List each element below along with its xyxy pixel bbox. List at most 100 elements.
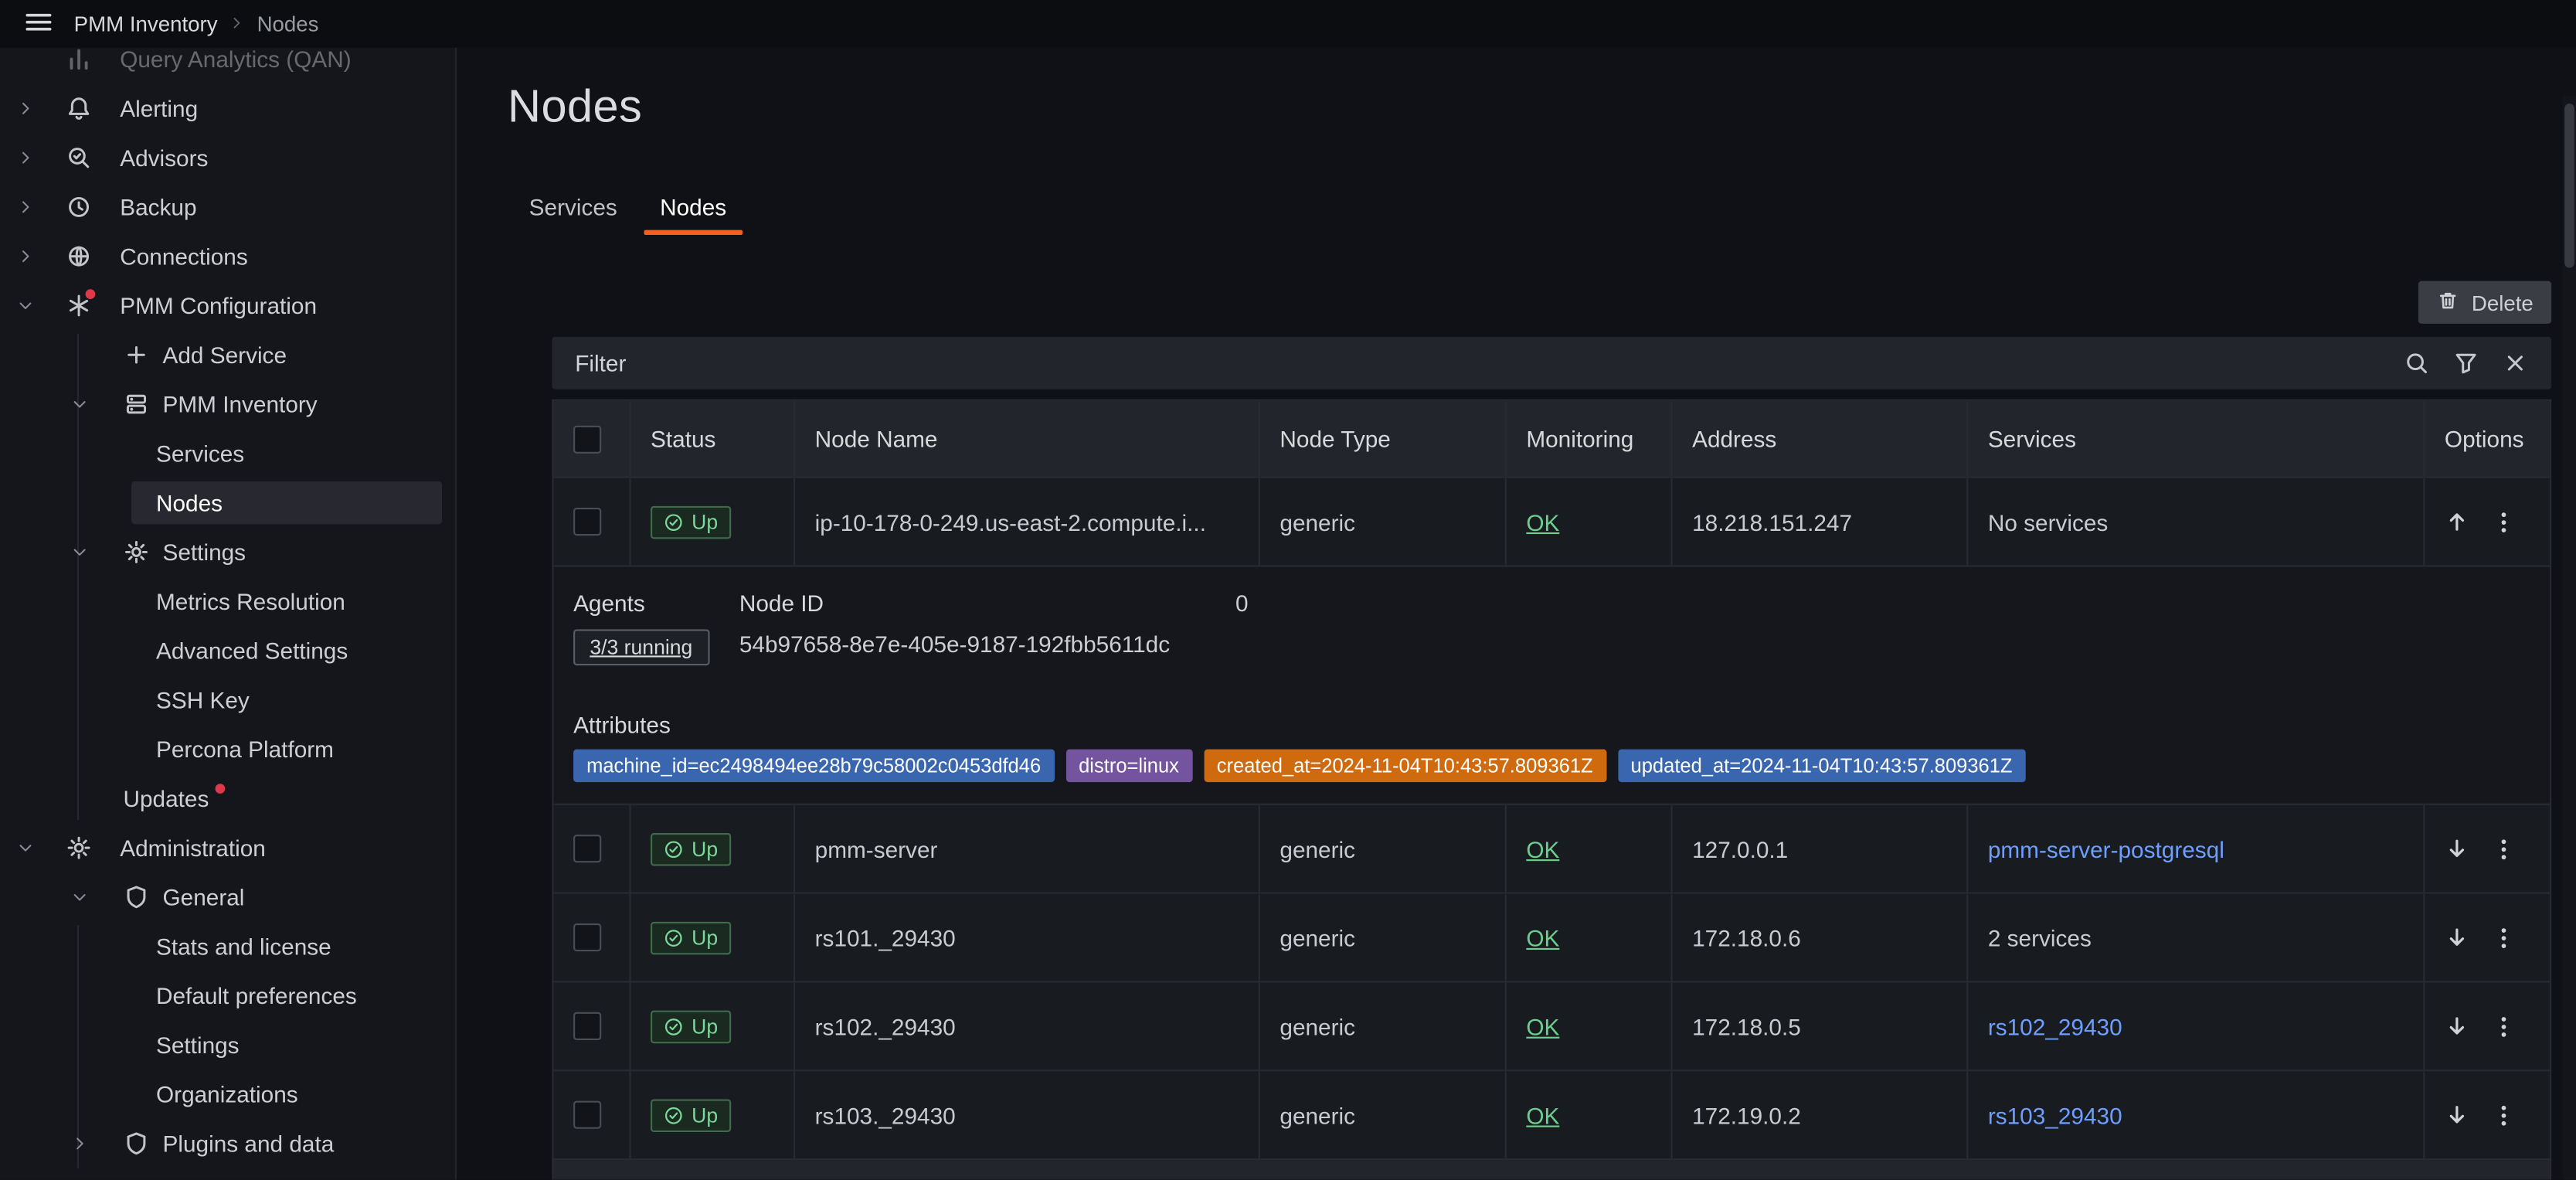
sidebar-item-stats-and-license[interactable]: Stats and license — [0, 922, 455, 971]
row-menu-button[interactable] — [2490, 1013, 2517, 1039]
monitoring-status-link[interactable]: OK — [1526, 1013, 1559, 1039]
sidebar-item-general[interactable]: General — [0, 872, 455, 922]
row-menu-button[interactable] — [2490, 508, 2517, 535]
chevron-right-icon — [16, 198, 34, 216]
table-header: StatusNode NameNode TypeMonitoringAddres… — [554, 401, 2550, 478]
filter-bar[interactable]: Filter — [552, 337, 2551, 389]
gear-icon — [66, 835, 92, 861]
globe-icon — [66, 243, 92, 270]
row-checkbox[interactable] — [573, 508, 601, 536]
node-name-cell: rs103._29430 — [795, 1071, 1260, 1158]
sidebar-item-metrics-resolution[interactable]: Metrics Resolution — [0, 576, 455, 626]
sidebar-item-label: Query Analytics (QAN) — [120, 48, 351, 84]
chevron-down-icon — [70, 395, 88, 413]
table-row: Uprs102._29430genericOK172.18.0.5rs102_2… — [554, 983, 2550, 1072]
sidebar-item-label: Plugins and data — [163, 1119, 335, 1168]
sidebar-item-organizations[interactable]: Organizations — [0, 1069, 455, 1119]
search-icon[interactable] — [2404, 350, 2430, 376]
menu-toggle-button[interactable] — [16, 5, 59, 42]
sidebar-nav: Query Analytics (QAN)AlertingAdvisorsBac… — [0, 48, 455, 1168]
sidebar-item-query-analytics-qan[interactable]: Query Analytics (QAN) — [0, 48, 455, 84]
check-circle-icon — [664, 927, 684, 947]
sidebar-item-settings[interactable]: Settings — [0, 1020, 455, 1069]
sidebar-item-services[interactable]: Services — [0, 429, 455, 478]
sidebar-item-alerting[interactable]: Alerting — [0, 83, 455, 133]
expand-row-button[interactable] — [2445, 836, 2469, 861]
address-cell: 172.18.0.5 — [1673, 983, 1969, 1070]
status-badge-label: Up — [692, 1103, 718, 1127]
chevron-down-icon — [70, 888, 88, 906]
expand-row-button[interactable] — [2445, 1103, 2469, 1127]
sidebar-item-nodes[interactable]: Nodes — [0, 478, 455, 528]
collapse-row-button[interactable] — [2445, 509, 2469, 534]
node-type-cell: generic — [1260, 894, 1507, 981]
sidebar-item-label: Updates — [123, 774, 225, 823]
row-menu-button[interactable] — [2490, 1102, 2517, 1128]
sidebar-item-advanced-settings[interactable]: Advanced Settings — [0, 626, 455, 675]
sidebar-item-backup[interactable]: Backup — [0, 182, 455, 232]
sidebar-item-label: PMM Configuration — [120, 281, 317, 331]
row-menu-button[interactable] — [2490, 924, 2517, 950]
service-link[interactable]: pmm-server-postgresql — [1988, 835, 2224, 862]
sidebar-item-plugins-and-data[interactable]: Plugins and data — [0, 1119, 455, 1168]
sidebar-item-pmm-configuration[interactable]: PMM Configuration — [0, 281, 455, 331]
service-link[interactable]: rs103_29430 — [1988, 1102, 2122, 1128]
agents-count-badge[interactable]: 3/3 running — [573, 629, 709, 665]
sidebar-item-label: Advanced Settings — [156, 626, 348, 675]
sidebar-item-label: SSH Key — [156, 675, 250, 725]
row-checkbox[interactable] — [573, 1101, 601, 1129]
scrollbar-thumb[interactable] — [2564, 104, 2574, 268]
column-header-address: Address — [1673, 401, 1969, 477]
monitoring-status-link[interactable]: OK — [1526, 1102, 1559, 1128]
sidebar-item-label: Organizations — [156, 1069, 298, 1119]
delete-button-label: Delete — [2472, 290, 2534, 315]
tab-services[interactable]: Services — [508, 182, 638, 235]
row-checkbox[interactable] — [573, 1012, 601, 1040]
chevron-right-icon — [16, 247, 34, 265]
sidebar-item-administration[interactable]: Administration — [0, 823, 455, 872]
table-row: Uprs103._29430genericOK172.19.0.2rs103_2… — [554, 1071, 2550, 1160]
sidebar-item-ssh-key[interactable]: SSH Key — [0, 675, 455, 725]
attributes-row: machine_id=ec2498494ee28b79c58002c0453df… — [573, 750, 2025, 783]
node-type-cell: generic — [1260, 478, 1507, 566]
check-circle-icon — [664, 512, 684, 532]
monitoring-status-link[interactable]: OK — [1526, 924, 1559, 950]
row-menu-button[interactable] — [2490, 835, 2517, 862]
page-title: Nodes — [508, 80, 642, 133]
sidebar-item-updates[interactable]: Updates — [0, 774, 455, 823]
delete-button[interactable]: Delete — [2419, 281, 2551, 324]
sidebar-item-percona-platform[interactable]: Percona Platform — [0, 725, 455, 774]
monitoring-status-link[interactable]: OK — [1526, 508, 1559, 535]
chevron-down-icon — [16, 297, 34, 315]
services-cell: 2 services — [1988, 924, 2092, 950]
breadcrumb: PMM Inventory Nodes — [74, 12, 319, 36]
address-cell: 172.19.0.2 — [1673, 1071, 1969, 1158]
sidebar-item-default-preferences[interactable]: Default preferences — [0, 971, 455, 1021]
clear-filter-icon[interactable] — [2502, 350, 2528, 376]
attribute-badge-distro: distro=linux — [1065, 750, 1192, 783]
detail-count-value: 0 — [1235, 590, 1249, 616]
sidebar-item-pmm-inventory[interactable]: PMM Inventory — [0, 379, 455, 429]
inventory-icon — [123, 391, 149, 417]
sidebar-item-add-service[interactable]: Add Service — [0, 330, 455, 379]
row-checkbox[interactable] — [573, 923, 601, 951]
monitoring-status-link[interactable]: OK — [1526, 835, 1559, 862]
tab-nodes[interactable]: Nodes — [638, 182, 747, 235]
service-link[interactable]: rs102_29430 — [1988, 1013, 2122, 1039]
sidebar-item-settings[interactable]: Settings — [0, 528, 455, 577]
status-badge: Up — [651, 505, 731, 539]
expand-row-button[interactable] — [2445, 925, 2469, 950]
sidebar-item-advisors[interactable]: Advisors — [0, 133, 455, 182]
node-type-cell: generic — [1260, 983, 1507, 1070]
address-cell: 172.18.0.6 — [1673, 894, 1969, 981]
breadcrumb-pmm-inventory[interactable]: PMM Inventory — [74, 12, 218, 36]
node-details-panel: Agents3/3 runningNode ID54b97658-8e7e-40… — [554, 567, 2550, 805]
select-all-checkbox[interactable] — [573, 425, 601, 453]
pmm-app-window: PMM Inventory Nodes Query Analytics (QAN… — [0, 0, 2576, 1180]
row-checkbox[interactable] — [573, 835, 601, 862]
sidebar-item-label: Default preferences — [156, 971, 357, 1021]
node-name-cell: rs101._29430 — [795, 894, 1260, 981]
expand-row-button[interactable] — [2445, 1014, 2469, 1039]
filter-icon[interactable] — [2453, 350, 2479, 376]
sidebar-item-connections[interactable]: Connections — [0, 232, 455, 281]
